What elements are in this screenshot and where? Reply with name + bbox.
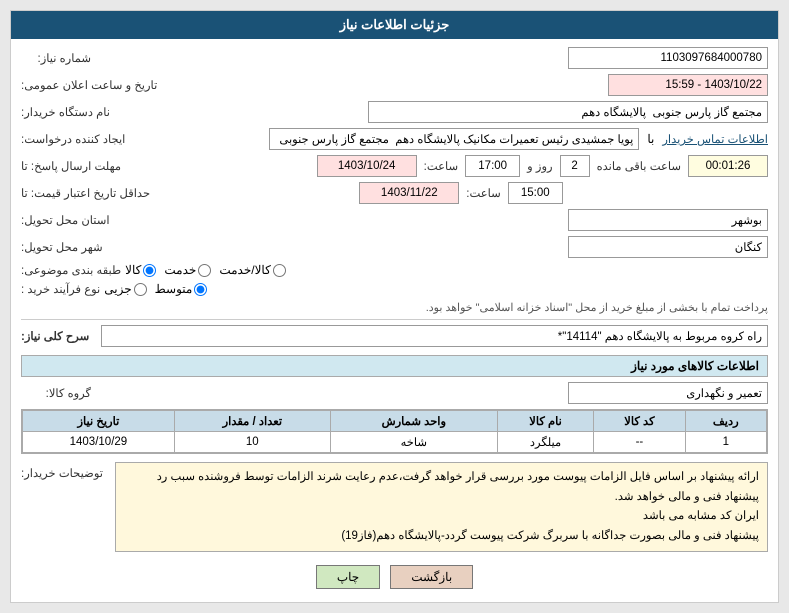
- cell-vahed: شاخه: [330, 432, 497, 453]
- radio-jozi[interactable]: جزیی: [104, 282, 146, 296]
- grohe-label: گروه کالا:: [21, 386, 91, 400]
- noe-row: متوسط جزیی نوع فرآیند خرید :: [21, 282, 768, 296]
- radio-khedmat[interactable]: خدمت: [164, 263, 211, 277]
- serh-row: سرح کلی نیاز:: [21, 325, 768, 347]
- baqi-input[interactable]: [688, 155, 768, 177]
- radio-motevaset-label: متوسط: [155, 282, 193, 296]
- col-vahed: واحد شمارش: [330, 411, 497, 432]
- kaala-table-container: ردیف کد کالا نام کالا واحد شمارش تعداد /…: [21, 409, 768, 454]
- ostan-input[interactable]: [568, 209, 768, 231]
- roz-label: روز و: [527, 159, 552, 173]
- page-title: جزئیات اطلاعات نیاز: [340, 17, 450, 32]
- saaat-input[interactable]: [465, 155, 520, 177]
- kaala-table: ردیف کد کالا نام کالا واحد شمارش تعداد /…: [22, 410, 767, 453]
- date1-input[interactable]: [317, 155, 417, 177]
- nam-dastgah-row: نام دستگاه خریدار:: [21, 101, 768, 123]
- grohe-row: گروه کالا:: [21, 382, 768, 404]
- info-link[interactable]: اطلاعات تماس خریدار: [662, 132, 768, 146]
- tabaghe-label: طبقه بندی موضوعی:: [21, 263, 121, 277]
- col-tedad: تعداد / مقدار: [174, 411, 330, 432]
- shahr-input[interactable]: [568, 236, 768, 258]
- ijad-row: اطلاعات تماس خریدار با ایجاد کننده درخوا…: [21, 128, 768, 150]
- radio-kaala-khedmat[interactable]: کالا/خدمت: [219, 263, 285, 277]
- noe-label: نوع فرآیند خرید :: [21, 282, 100, 296]
- serh-label: سرح کلی نیاز:: [21, 329, 89, 343]
- page-content: شماره نیاز: تاریخ و ساعت اعلان عمومی: نا…: [11, 39, 778, 602]
- date2-input[interactable]: [359, 182, 459, 204]
- cell-tedad: 10: [174, 432, 330, 453]
- col-nam: نام کالا: [497, 411, 593, 432]
- mohlet-label: مهلت ارسال پاسخ: تا: [21, 159, 121, 173]
- serh-input[interactable]: [101, 325, 768, 347]
- radio-khedmat-label: خدمت: [164, 263, 196, 277]
- shomara-input[interactable]: [568, 47, 768, 69]
- radio-kaala[interactable]: کالا: [125, 263, 156, 277]
- radio-motevaset[interactable]: متوسط: [155, 282, 208, 296]
- cell-nam: میلگرد: [497, 432, 593, 453]
- col-radif: ردیف: [685, 411, 766, 432]
- ostan-row: استان محل تحویل:: [21, 209, 768, 231]
- radio-khedmat-input[interactable]: [198, 264, 211, 277]
- pardakht-row: پرداخت تمام با بخشی از مبلغ خرید از محل …: [21, 301, 768, 314]
- shomara-label: شماره نیاز:: [21, 51, 91, 65]
- tabaghe-row: کالا/خدمت خدمت کالا طبقه بندی موضوعی:: [21, 263, 768, 277]
- page-header: جزئیات اطلاعات نیاز: [11, 11, 778, 39]
- notes-label: توضیحات خریدار:: [21, 466, 103, 480]
- notes-line: پیشنهاد فنی و مالی خواهد شد.: [124, 488, 759, 508]
- ostan-label: استان محل تحویل:: [21, 213, 110, 227]
- notes-line: ایران کد مشابه می باشد: [124, 507, 759, 527]
- notes-box: ارائه پیشنهاد بر اساس فایل الزامات پیوست…: [115, 462, 768, 552]
- print-button[interactable]: چاپ: [316, 565, 380, 589]
- btn-row: بازگشت چاپ: [21, 565, 768, 589]
- tarikh-label: تاریخ و ساعت اعلان عمومی:: [21, 78, 157, 92]
- radio-motevaset-input[interactable]: [194, 283, 207, 296]
- cell-kod: --: [594, 432, 685, 453]
- radio-jozi-label: جزیی: [104, 282, 131, 296]
- shahr-label: شهر محل تحویل:: [21, 240, 103, 254]
- cell-tarikh: 1403/10/29: [23, 432, 175, 453]
- notes-line: ارائه پیشنهاد بر اساس فایل الزامات پیوست…: [124, 468, 759, 488]
- back-button[interactable]: بازگشت: [390, 565, 473, 589]
- table-row: 1 -- میلگرد شاخه 10 1403/10/29: [23, 432, 767, 453]
- notes-line: پیشنهاد فنی و مالی بصورت جداگانه با سربر…: [124, 527, 759, 547]
- mohlet-row: ساعت باقی مانده روز و ساعت: مهلت ارسال پ…: [21, 155, 768, 177]
- noe-radios: متوسط جزیی: [104, 282, 207, 296]
- tarikh-input[interactable]: [608, 74, 768, 96]
- info-kaala-header: اطلاعات کالاهای مورد نیاز: [21, 355, 768, 377]
- roz-input[interactable]: [560, 155, 590, 177]
- cell-radif: 1: [685, 432, 766, 453]
- radio-kaala-label: کالا: [125, 263, 141, 277]
- grohe-input[interactable]: [568, 382, 768, 404]
- shahr-row: شهر محل تحویل:: [21, 236, 768, 258]
- nam-dastgah-input[interactable]: [368, 101, 768, 123]
- baqi-label: ساعت باقی مانده: [597, 159, 681, 173]
- radio-kaala-khedmat-input[interactable]: [273, 264, 286, 277]
- main-container: جزئیات اطلاعات نیاز شماره نیاز: تاریخ و …: [10, 10, 779, 603]
- hadaghal-row: ساعت: حداقل تاریخ اعتبار قیمت: تا: [21, 182, 768, 204]
- ba-text: با: [647, 132, 654, 146]
- col-kod: کد کالا: [594, 411, 685, 432]
- pardakht-text: پرداخت تمام با بخشی از مبلغ خرید از محل …: [426, 301, 768, 314]
- shomara-row: شماره نیاز:: [21, 47, 768, 69]
- nam-dastgah-label: نام دستگاه خریدار:: [21, 105, 110, 119]
- tabaghe-radios: کالا/خدمت خدمت کالا: [125, 263, 286, 277]
- ijad-label: ایجاد کننده درخواست:: [21, 132, 125, 146]
- ijad-input[interactable]: [269, 128, 639, 150]
- radio-kaala-input[interactable]: [143, 264, 156, 277]
- notes-row: ارائه پیشنهاد بر اساس فایل الزامات پیوست…: [21, 462, 768, 560]
- saaat-label: ساعت:: [424, 159, 459, 173]
- col-tarikh: تاریخ نیاز: [23, 411, 175, 432]
- saaat2-input[interactable]: [508, 182, 563, 204]
- radio-jozi-input[interactable]: [134, 283, 147, 296]
- radio-kaala-khedmat-label: کالا/خدمت: [219, 263, 270, 277]
- tarikh-row: تاریخ و ساعت اعلان عمومی:: [21, 74, 768, 96]
- hadaghal-label: حداقل تاریخ اعتبار قیمت: تا: [21, 186, 150, 200]
- saaat2-label: ساعت:: [466, 186, 501, 200]
- divider1: [21, 319, 768, 320]
